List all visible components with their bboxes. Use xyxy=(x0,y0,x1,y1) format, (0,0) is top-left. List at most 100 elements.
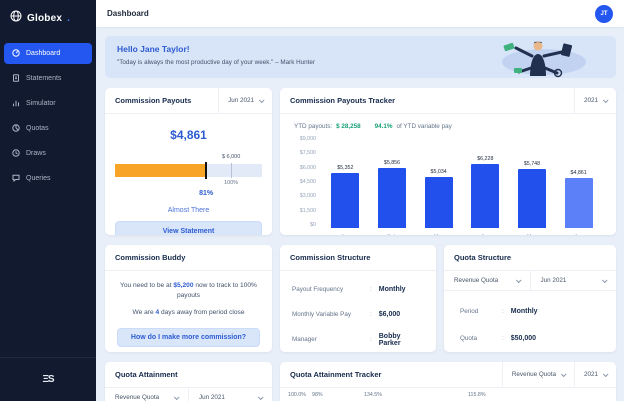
y-tick-label: $4,500 xyxy=(299,178,316,185)
card-title: Commission Structure xyxy=(290,253,371,262)
sidebar-item-label: Draws xyxy=(26,150,46,157)
bar-value-label: $5,748 xyxy=(523,161,541,167)
clipped-percent-label: 98% xyxy=(312,392,323,398)
x-tick-label: Apr xyxy=(481,228,489,235)
ytd-pct: 94.1% xyxy=(374,123,393,130)
structure-row: Monthly Variable Pay: $6,000 xyxy=(292,311,401,318)
quota-type-dropdown[interactable]: Revenue Quota xyxy=(501,362,574,387)
bar-group: $5,856 Feb xyxy=(371,136,413,235)
bar-group: $5,034 Mar xyxy=(418,136,460,235)
clipped-percent-label: 134.5% xyxy=(364,392,382,398)
document-icon xyxy=(12,73,20,84)
logo-dot: . xyxy=(67,12,70,24)
chevron-down-icon xyxy=(258,96,265,103)
target-tick xyxy=(231,163,233,178)
bar-group: $6,228 Apr xyxy=(464,136,506,235)
avatar[interactable]: JT xyxy=(595,4,613,23)
target-amount-label: $ 6,000 xyxy=(221,154,241,160)
quota-attainment-tracker-card: Quota Attainment Tracker Revenue Quota 2… xyxy=(280,362,616,401)
sidebar-item-simulator[interactable]: Simulator xyxy=(4,93,92,114)
gauge-icon xyxy=(12,48,20,59)
chart-y-axis: $9,000 $7,500 $6,000 $4,500 $3,000 $1,500 $0 xyxy=(294,136,322,228)
bar-group: $4,861 Jun xyxy=(558,136,600,235)
sidebar-item-dashboard[interactable]: Dashboard xyxy=(4,43,92,64)
bar-value-label: $5,352 xyxy=(337,165,354,171)
sidebar-item-label: Simulator xyxy=(26,100,56,107)
commission-buddy-card: Commission Buddy You need to be at $5,20… xyxy=(105,245,272,352)
more-commission-button[interactable]: How do I make more commission? xyxy=(117,327,260,347)
sidebar-item-draws[interactable]: Draws xyxy=(4,143,92,164)
year-dropdown[interactable]: 2021 xyxy=(573,362,616,387)
y-tick-label: $7,500 xyxy=(299,150,316,157)
buddy-line1: You need to be at $5,200 now to track to… xyxy=(120,282,257,300)
y-tick-label: $0 xyxy=(310,221,316,228)
quota-type-dropdown[interactable]: Revenue Quota xyxy=(105,388,189,401)
quota-type-dropdown[interactable]: Revenue Quota xyxy=(444,271,531,290)
bar-value-label: $4,861 xyxy=(570,170,587,176)
bar xyxy=(424,177,453,228)
structure-row: Quota: $50,000 xyxy=(460,335,537,342)
card-title: Commission Payouts xyxy=(115,96,192,105)
chart-plot-area: $5,352 Jan $5,856 Feb $5,034 Mar $6,228 Apr $5,7… xyxy=(322,136,602,235)
x-tick-label: Feb xyxy=(387,228,396,235)
main-content: Hello Jane Taylor! "Today is always the … xyxy=(96,27,624,401)
card-title: Commission Payouts Tracker xyxy=(290,96,396,105)
sidebar-item-queries[interactable]: Queries xyxy=(4,168,92,189)
chevron-down-icon xyxy=(602,96,609,103)
card-title: Quota Structure xyxy=(454,253,512,262)
sidebar-item-quotas[interactable]: Quotas xyxy=(4,118,92,139)
page-title: Dashboard xyxy=(107,9,149,18)
period-dropdown[interactable]: Jun 2021 xyxy=(531,271,617,290)
x-tick-label: Jan xyxy=(341,228,350,235)
structure-row: Period: Monthly xyxy=(460,308,538,315)
bar-group: $5,748 May xyxy=(511,136,553,235)
sidebar-nav: Dashboard Statements Simulator Quotas Dr… xyxy=(0,43,96,189)
structure-row: Manager: Bobby Parker xyxy=(292,332,401,347)
chevron-down-icon xyxy=(602,370,609,377)
attained-pct-label: 81% xyxy=(199,190,214,197)
pie-icon xyxy=(12,123,20,134)
progress-track xyxy=(115,162,262,179)
app-logo: Globex. xyxy=(0,0,96,35)
card-title: Commission Buddy xyxy=(115,253,186,262)
bar xyxy=(377,168,406,228)
commission-payouts-card: Commission Payouts Jun 2021 $4,861 $ 6,0… xyxy=(105,88,272,235)
view-statement-button[interactable]: View Statement xyxy=(115,221,262,235)
sidebar-item-statements[interactable]: Statements xyxy=(4,68,92,89)
period-dropdown[interactable]: Jun 2021 xyxy=(189,388,272,401)
chevron-down-icon xyxy=(257,393,264,400)
logo-text: Globex xyxy=(27,12,63,24)
card-title: Quota Attainment Tracker xyxy=(290,370,382,379)
quota-structure-card: Quota Structure Revenue Quota Jun 2021 P… xyxy=(444,245,616,352)
progress-fill xyxy=(115,164,207,177)
clipped-percent-label: 100.0% xyxy=(288,392,306,398)
y-tick-label: $6,000 xyxy=(299,164,316,171)
chevron-down-icon xyxy=(560,370,567,377)
bar xyxy=(331,173,360,228)
sidebar-footer: ΞS xyxy=(0,357,96,401)
period-dropdown[interactable]: Jun 2021 xyxy=(218,88,272,113)
payout-progress: $ 6,000 100% 81% xyxy=(115,152,262,198)
year-dropdown[interactable]: 2021 xyxy=(573,88,616,113)
sidebar-item-label: Dashboard xyxy=(26,50,61,57)
status-text: Almost There xyxy=(167,207,210,214)
bar-value-label: $5,034 xyxy=(430,169,447,175)
x-tick-label: May xyxy=(527,228,537,235)
bar xyxy=(471,164,500,228)
bar-value-label: $5,856 xyxy=(383,160,401,166)
sidebar-item-label: Quotas xyxy=(26,125,49,132)
ytd-suffix: of YTD variable pay xyxy=(396,123,452,130)
x-tick-label: Jun xyxy=(574,228,583,235)
y-tick-label: $9,000 xyxy=(299,136,316,142)
bar-chart-icon xyxy=(12,99,20,109)
target-amount: $5,200 xyxy=(173,282,194,289)
sidebar-item-label: Queries xyxy=(26,175,51,182)
payout-amount: $4,861 xyxy=(170,128,207,142)
bar xyxy=(564,178,593,228)
globe-icon xyxy=(10,9,22,27)
clock-icon xyxy=(12,148,20,159)
bar xyxy=(517,169,546,228)
sidebar: Globex. Dashboard Statements Simulator Q… xyxy=(0,0,96,401)
chevron-down-icon xyxy=(601,276,608,283)
clipped-percent-label: 115.8% xyxy=(468,392,486,398)
